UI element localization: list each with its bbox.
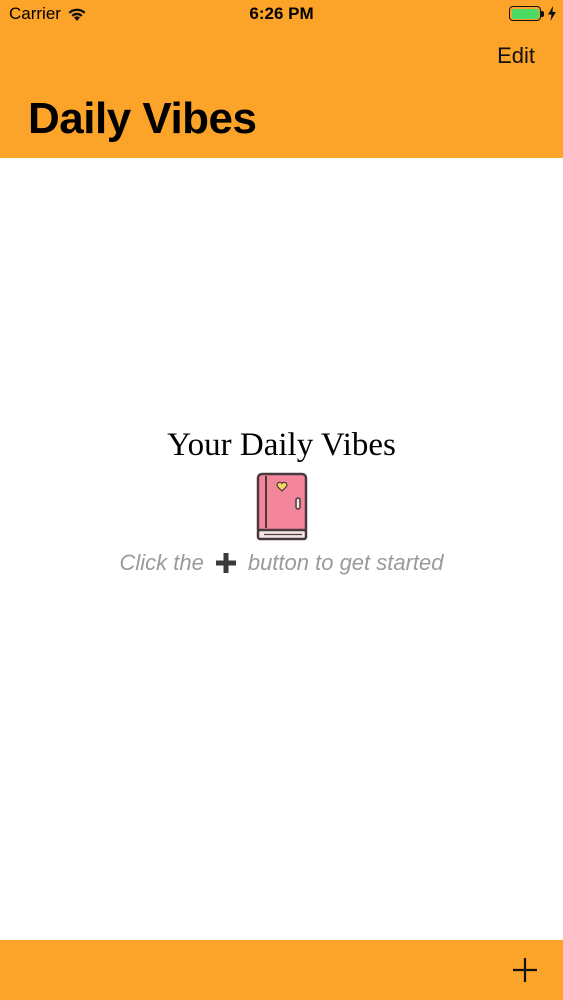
book-icon (256, 472, 307, 541)
edit-button[interactable]: Edit (497, 43, 535, 69)
empty-state-title: Your Daily Vibes (167, 427, 396, 463)
empty-state-hint: Click the button to get started (0, 550, 563, 576)
navigation-header: Carrier 6:26 PM Edit Daily Vibes (0, 0, 563, 158)
add-button[interactable] (511, 956, 539, 984)
status-time: 6:26 PM (249, 4, 314, 23)
battery-nub (541, 10, 544, 17)
battery-icon (509, 6, 557, 21)
page-title: Daily Vibes (28, 94, 257, 143)
hint-text-after: button to get started (247, 550, 444, 575)
empty-state: Your Daily Vibes Click the button to get… (0, 425, 563, 576)
bolt-icon (548, 6, 556, 21)
hint-text-before: Click the (119, 550, 204, 575)
battery-fill (511, 8, 539, 19)
battery-body (509, 6, 541, 21)
bottom-toolbar (0, 940, 563, 1000)
status-bar: Carrier 6:26 PM (0, 0, 563, 30)
plus-icon (215, 553, 236, 573)
